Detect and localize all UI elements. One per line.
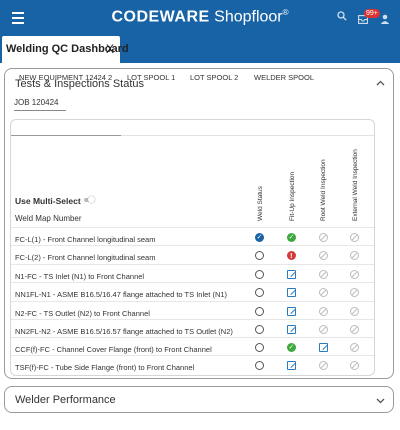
weld-map-label: N1-FC - TS Inlet (N1) to Front Channel <box>15 272 145 281</box>
weld-map-label: NN2FL-N2 - ASME B16.5/16.57 flange attac… <box>15 327 233 336</box>
status-not-applicable-icon <box>350 361 359 370</box>
multi-select-toggle[interactable] <box>84 196 95 203</box>
weld-map-label: N2-FC - TS Outlet (N2) to Front Channel <box>15 309 150 318</box>
multi-select-label: Use Multi-Select <box>15 196 81 206</box>
subtab-lot-spool-2[interactable]: LOT SPOOL 2 <box>190 73 238 82</box>
status-pending-icon[interactable] <box>255 325 264 334</box>
chevron-up-icon[interactable] <box>376 78 385 88</box>
edit-inspection-icon[interactable] <box>287 325 296 334</box>
status-not-applicable-icon <box>319 325 328 334</box>
status-not-applicable-icon <box>319 270 328 279</box>
status-not-applicable-icon <box>319 288 328 297</box>
subtab-new-equipment[interactable]: NEW EQUIPMENT 12424 2 <box>19 73 112 82</box>
status-passed-icon[interactable] <box>287 343 296 352</box>
status-pending-icon[interactable] <box>255 270 264 279</box>
welder-performance-panel[interactable]: Welder Performance <box>4 386 394 413</box>
column-weld-status: Weld Status <box>257 186 264 221</box>
edit-inspection-icon[interactable] <box>319 343 328 352</box>
status-not-applicable-icon <box>319 361 328 370</box>
status-not-applicable-icon <box>319 251 328 260</box>
column-root-weld-inspection: Root Weld Inspection <box>320 159 327 221</box>
weld-map-label: FC-L(2) - Front Channel longitudinal sea… <box>15 253 156 262</box>
tab-welding-qc-dashboard[interactable]: Welding QC Dashboard X <box>2 36 129 63</box>
status-pending-icon[interactable] <box>255 307 264 316</box>
tab-strip: Welding QC Dashboard X <box>0 36 400 63</box>
status-failed-icon[interactable] <box>287 251 296 260</box>
weld-map-number-header: Weld Map Number <box>15 214 82 223</box>
status-pending-icon[interactable] <box>255 288 264 297</box>
status-not-applicable-icon <box>350 251 359 260</box>
app-header: CODEWARE Shopfloor® 99+ <box>0 0 400 36</box>
edit-inspection-icon[interactable] <box>287 288 296 297</box>
subtab-lot-spool-1[interactable]: LOT SPOOL 1 <box>127 73 175 82</box>
weld-map-label: CCF(f)-FC - Channel Cover Flange (front)… <box>15 345 212 354</box>
status-not-applicable-icon <box>350 233 359 242</box>
status-not-applicable-icon <box>350 325 359 334</box>
column-fit-up-inspection: Fit-Up Inspection <box>289 171 296 221</box>
status-not-applicable-icon <box>350 270 359 279</box>
status-pending-icon[interactable] <box>255 251 264 260</box>
column-external-weld-inspection: External Weld Inspection <box>352 149 359 221</box>
status-not-applicable-icon <box>319 307 328 316</box>
edit-inspection-icon[interactable] <box>287 270 296 279</box>
panel-title: Welder Performance <box>15 394 116 406</box>
status-not-applicable-icon <box>350 343 359 352</box>
search-icon[interactable] <box>337 10 347 24</box>
weld-map-label: NN1FL-N1 - ASME B16.5/16.47 flange attac… <box>15 290 228 299</box>
tab-close-button[interactable]: X <box>106 36 114 63</box>
notification-badge: 99+ <box>364 9 380 18</box>
status-pending-icon[interactable] <box>255 343 264 352</box>
table-row[interactable]: TSF(f)-FC - Tube Side Flange (front) to … <box>11 355 374 377</box>
user-icon[interactable] <box>380 13 390 27</box>
active-subtab-indicator <box>11 135 121 136</box>
weld-map-label: FC-L(1) - Front Channel longitudinal sea… <box>15 235 156 244</box>
status-passed-icon[interactable] <box>287 233 296 242</box>
subtab-welder-spool[interactable]: WELDER SPOOL <box>254 73 314 82</box>
status-done-icon[interactable] <box>255 233 264 242</box>
status-not-applicable-icon <box>319 233 328 242</box>
status-not-applicable-icon <box>350 307 359 316</box>
status-pending-icon[interactable] <box>255 361 264 370</box>
status-not-applicable-icon <box>350 288 359 297</box>
chevron-down-icon[interactable] <box>376 396 385 406</box>
edit-inspection-icon[interactable] <box>287 307 296 316</box>
weld-map-label: TSF(f)-FC - Tube Side Flange (front) to … <box>15 363 195 372</box>
edit-inspection-icon[interactable] <box>287 361 296 370</box>
job-tab[interactable]: JOB 120424 <box>14 98 66 111</box>
